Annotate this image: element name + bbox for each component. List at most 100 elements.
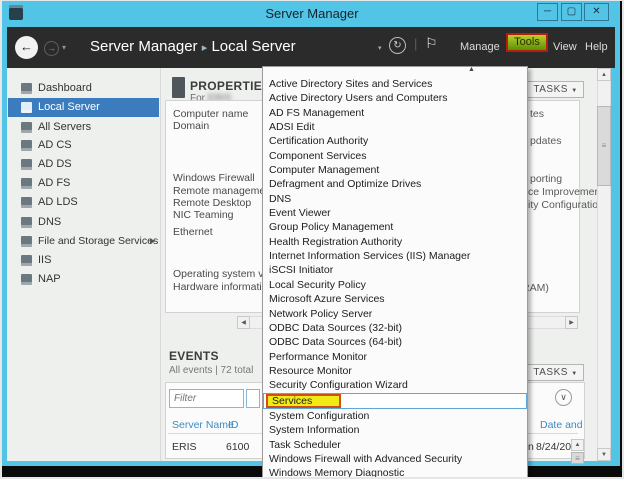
sidebar-item-nap[interactable]: NAP [8, 270, 159, 289]
services-highlight[interactable]: Services [266, 394, 341, 408]
servers-stack-icon [21, 122, 32, 133]
event-row-id[interactable]: 6100 [226, 441, 249, 453]
menu-item-adfs-management[interactable]: AD FS Management [263, 106, 527, 120]
menu-item-performance-monitor[interactable]: Performance Monitor [263, 350, 527, 364]
main-scroll-thumb[interactable]: ≡ [597, 106, 611, 186]
close-button[interactable]: ✕ [584, 3, 609, 21]
events-scroll-thumb[interactable]: ≡ [571, 452, 584, 464]
menu-scroll-up-icon: ▲ [468, 66, 475, 73]
scroll-right-icon[interactable]: ▶ [565, 316, 578, 329]
refresh-icon[interactable]: ↻ [389, 37, 406, 54]
events-col-server-name[interactable]: Server Name [172, 419, 234, 431]
menu-help[interactable]: Help [585, 41, 608, 53]
sidebar-item-iis[interactable]: IIS [8, 251, 159, 270]
menu-item-event-viewer[interactable]: Event Viewer [263, 206, 527, 220]
menu-item-adsi-edit[interactable]: ADSI Edit [263, 120, 527, 134]
properties-tasks-button[interactable]: TASKS ▼ [527, 81, 584, 98]
server-icon [21, 102, 32, 113]
menu-item-ad-sites-services[interactable]: Active Directory Sites and Services [263, 77, 527, 91]
events-col-id[interactable]: ID [228, 419, 239, 431]
ad-fs-icon [21, 178, 32, 189]
tasks-caret-icon: ▼ [571, 88, 577, 94]
expand-right-icon[interactable]: ▶ [150, 232, 155, 251]
server-manager-screenshot: Server Manager ─ ▢ ✕ ← → ▾ Server Manage… [0, 0, 624, 479]
sidebar-item-all-servers[interactable]: All Servers [8, 118, 159, 137]
menu-tools[interactable]: Tools [506, 33, 548, 52]
menu-item-system-configuration[interactable]: System Configuration [263, 409, 527, 423]
filter-scope-button[interactable] [246, 389, 260, 408]
sidebar-item-ad-fs[interactable]: AD FS [8, 174, 159, 193]
events-tasks-button[interactable]: TASKS ▼ [527, 364, 584, 381]
prop-label-domain: Domain [173, 120, 209, 132]
sidebar-item-ad-ds[interactable]: AD DS [8, 155, 159, 174]
tasks-caret-icon: ▼ [571, 371, 577, 377]
breadcrumb-caret-icon[interactable]: ▾ [378, 44, 382, 52]
file-storage-icon [21, 236, 32, 247]
event-row-server[interactable]: ERIS [172, 441, 197, 453]
menu-item-security-config-wizard[interactable]: Security Configuration Wizard [263, 378, 527, 392]
main-scroll-down-icon[interactable]: ▼ [597, 448, 611, 461]
menu-item-iis-manager[interactable]: Internet Information Services (IIS) Mana… [263, 249, 527, 263]
menu-item-health-registration[interactable]: Health Registration Authority [263, 235, 527, 249]
window-title: Server Manager [0, 6, 624, 21]
menu-item-group-policy[interactable]: Group Policy Management [263, 220, 527, 234]
menu-manage[interactable]: Manage [460, 41, 500, 53]
menu-item-microsoft-azure-services[interactable]: Microsoft Azure Services [263, 292, 527, 306]
screenshot-edge-left [0, 0, 2, 479]
maximize-button[interactable]: ▢ [561, 3, 582, 21]
sidebar-divider [160, 68, 161, 461]
menu-item-windows-firewall-advanced[interactable]: Windows Firewall with Advanced Security [263, 452, 527, 466]
menu-item-defragment-optimize[interactable]: Defragment and Optimize Drives [263, 177, 527, 191]
events-col-date[interactable]: Date and [540, 419, 583, 431]
breadcrumb-separator-icon: ▸ [202, 42, 208, 54]
properties-server-icon [172, 77, 185, 98]
menu-item-odbc-32[interactable]: ODBC Data Sources (32-bit) [263, 321, 527, 335]
menu-item-services[interactable]: Services [263, 393, 527, 409]
notifications-flag-icon[interactable]: ⚐ [425, 35, 438, 52]
menu-item-odbc-64[interactable]: ODBC Data Sources (64-bit) [263, 335, 527, 349]
ad-lds-icon [21, 197, 32, 208]
menu-item-task-scheduler[interactable]: Task Scheduler [263, 438, 527, 452]
screenshot-edge-top [0, 0, 624, 1]
breadcrumb: Server Manager ▸ Local Server [90, 38, 296, 55]
menu-item-network-policy-server[interactable]: Network Policy Server [263, 307, 527, 321]
prop-label-remote-desktop: Remote Desktop [173, 197, 251, 209]
minimize-button[interactable]: ─ [537, 3, 558, 21]
sidebar-item-ad-lds[interactable]: AD LDS [8, 193, 159, 212]
nap-icon [21, 274, 32, 285]
menu-item-iscsi-initiator[interactable]: iSCSI Initiator [263, 263, 527, 277]
menu-item-computer-management[interactable]: Computer Management [263, 163, 527, 177]
menu-item-ad-users-computers[interactable]: Active Directory Users and Computers [263, 91, 527, 105]
menu-scroll-up-row[interactable]: ▲ [263, 67, 527, 77]
forward-button[interactable]: → [44, 41, 59, 56]
sidebar-item-ad-cs[interactable]: AD CS [8, 136, 159, 155]
sidebar-item-dashboard[interactable]: Dashboard [8, 79, 159, 98]
prop-label-nic-teaming: NIC Teaming [173, 209, 234, 221]
events-filter-input[interactable] [169, 389, 244, 408]
menu-item-dns[interactable]: DNS [263, 192, 527, 206]
filter-chevron-icon[interactable]: ∨ [555, 389, 572, 406]
prop-label-ethernet: Ethernet [173, 226, 213, 238]
scroll-left-icon[interactable]: ◀ [237, 316, 250, 329]
prop-fragment-checked-updates: pdates [530, 135, 562, 147]
breadcrumb-root[interactable]: Server Manager [90, 38, 198, 55]
ad-cs-icon [21, 140, 32, 151]
menu-item-system-information[interactable]: System Information [263, 423, 527, 437]
prop-fragment-ceip: ce Improvemer [528, 186, 598, 198]
prop-label-os-version: Operating system ver [173, 268, 273, 280]
back-button[interactable]: ← [15, 36, 38, 59]
menu-item-component-services[interactable]: Component Services [263, 149, 527, 163]
sidebar-item-file-storage[interactable]: File and Storage Services▶ [8, 232, 159, 251]
menu-view[interactable]: View [553, 41, 577, 53]
nav-history-dropdown-icon[interactable]: ▾ [62, 43, 66, 52]
main-scroll-up-icon[interactable]: ▲ [597, 68, 611, 81]
sidebar-item-dns[interactable]: DNS [8, 213, 159, 232]
dns-icon [21, 217, 32, 228]
menu-item-resource-monitor[interactable]: Resource Monitor [263, 364, 527, 378]
breadcrumb-current[interactable]: Local Server [211, 38, 295, 55]
prop-fragment-updates: tes [530, 108, 544, 120]
sidebar-item-local-server[interactable]: Local Server [8, 98, 159, 117]
menu-item-local-security-policy[interactable]: Local Security Policy [263, 278, 527, 292]
events-scroll-up-icon[interactable]: ▲ [571, 439, 584, 451]
menu-item-certification-authority[interactable]: Certification Authority [263, 134, 527, 148]
